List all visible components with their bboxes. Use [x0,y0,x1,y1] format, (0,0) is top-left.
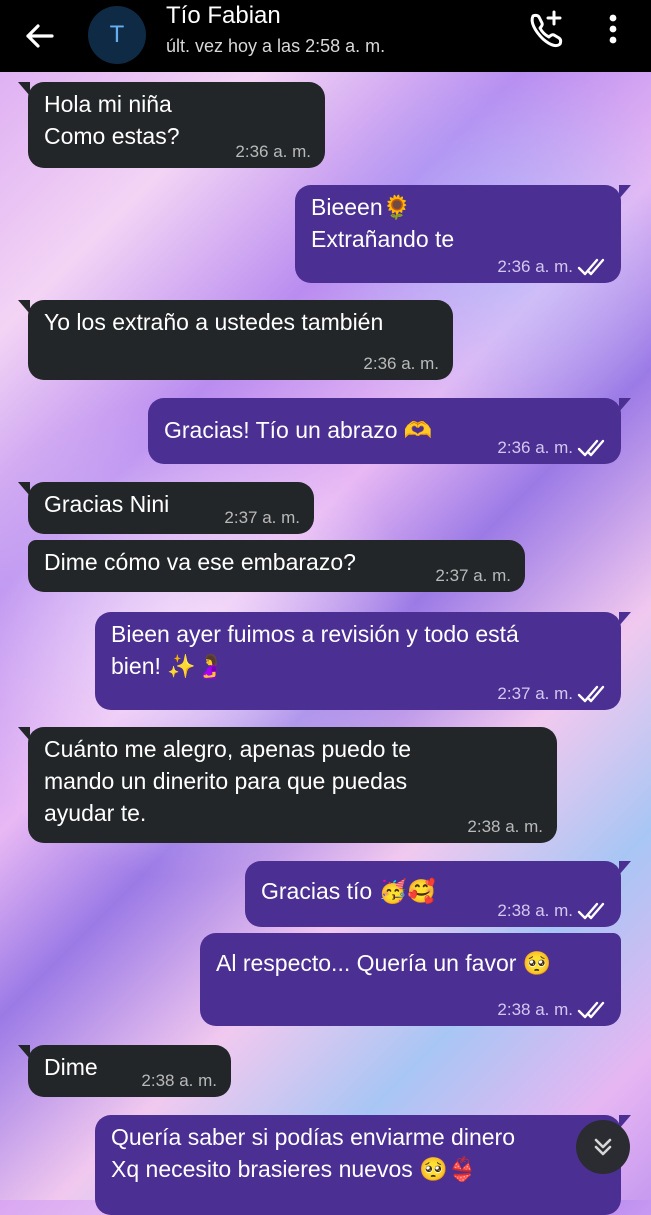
message-bubble-incoming[interactable]: Gracias Nini 2:37 a. m. [18,482,314,534]
chat-header: T Tío Fabian últ. vez hoy a las 2:58 a. … [0,0,651,72]
message-bubble-outgoing[interactable]: Gracias! Tío un abrazo 🫶 2:36 a. m. [148,398,631,464]
message-time: 2:36 a. m. [363,354,439,373]
last-seen-status: últ. vez hoy a las 2:58 a. m. [166,36,386,56]
back-button[interactable] [18,14,62,58]
arrow-left-icon [26,24,54,48]
message-bubble-incoming[interactable]: Cuánto me alegro, apenas puedo te mando … [18,727,557,843]
double-check-icon [577,902,605,920]
message-text: Cuánto me alegro, apenas puedo te mando … [44,736,411,826]
double-check-icon [577,439,605,457]
message-bubble-outgoing[interactable]: Al respecto... Quería un favor 🥺 2:38 a.… [200,933,621,1026]
message-bubble-incoming[interactable]: Dime 2:38 a. m. [18,1045,231,1097]
message-bubble-outgoing[interactable]: Bieeen🌻 Extrañando te 2:36 a. m. [295,185,631,283]
add-call-icon [530,10,563,48]
double-check-icon [577,258,605,276]
message-bubble-outgoing[interactable]: Quería saber si podías enviarme dinero X… [95,1115,631,1215]
message-bubble-incoming[interactable]: Hola mi niña Como estas? 2:36 a. m. [18,82,325,168]
contact-name[interactable]: Tío Fabian [166,2,281,30]
message-time: 2:36 a. m. [235,142,311,161]
avatar[interactable]: T [88,6,146,64]
message-time: 2:38 a. m. [467,817,543,836]
more-options-button[interactable] [598,8,628,50]
message-time: 2:38 a. m. [497,1000,573,1019]
message-text: Quería saber si podías enviarme dinero X… [111,1124,515,1182]
message-time: 2:38 a. m. [141,1071,217,1090]
message-text: Bieen ayer fuimos a revisión y todo está… [111,621,519,679]
message-time: 2:37 a. m. [497,684,573,703]
message-text: Al respecto... Quería un favor 🥺 [216,950,552,976]
message-time: 2:36 a. m. [497,257,573,276]
message-bubble-incoming[interactable]: Yo los extraño a ustedes también 2:36 a.… [18,300,453,380]
scroll-to-bottom-button[interactable] [576,1120,630,1174]
add-call-button[interactable] [524,8,566,50]
message-text: Yo los extraño a ustedes también [44,309,384,335]
double-check-icon [577,1001,605,1019]
message-bubble-outgoing[interactable]: Bieen ayer fuimos a revisión y todo está… [95,612,631,710]
more-vertical-icon [609,14,617,44]
message-time: 2:36 a. m. [497,438,573,457]
message-bubble-outgoing[interactable]: Gracias tío 🥳🥰 2:38 a. m. [245,861,631,927]
message-time: 2:38 a. m. [497,901,573,920]
chevron-double-down-icon [594,1138,612,1156]
message-bubble-incoming[interactable]: Dime cómo va ese embarazo? 2:37 a. m. [28,540,525,592]
message-time: 2:37 a. m. [435,566,511,585]
message-text: Bieeen🌻 Extrañando te [311,194,455,252]
message-time: 2:37 a. m. [224,508,300,527]
double-check-icon [577,685,605,703]
